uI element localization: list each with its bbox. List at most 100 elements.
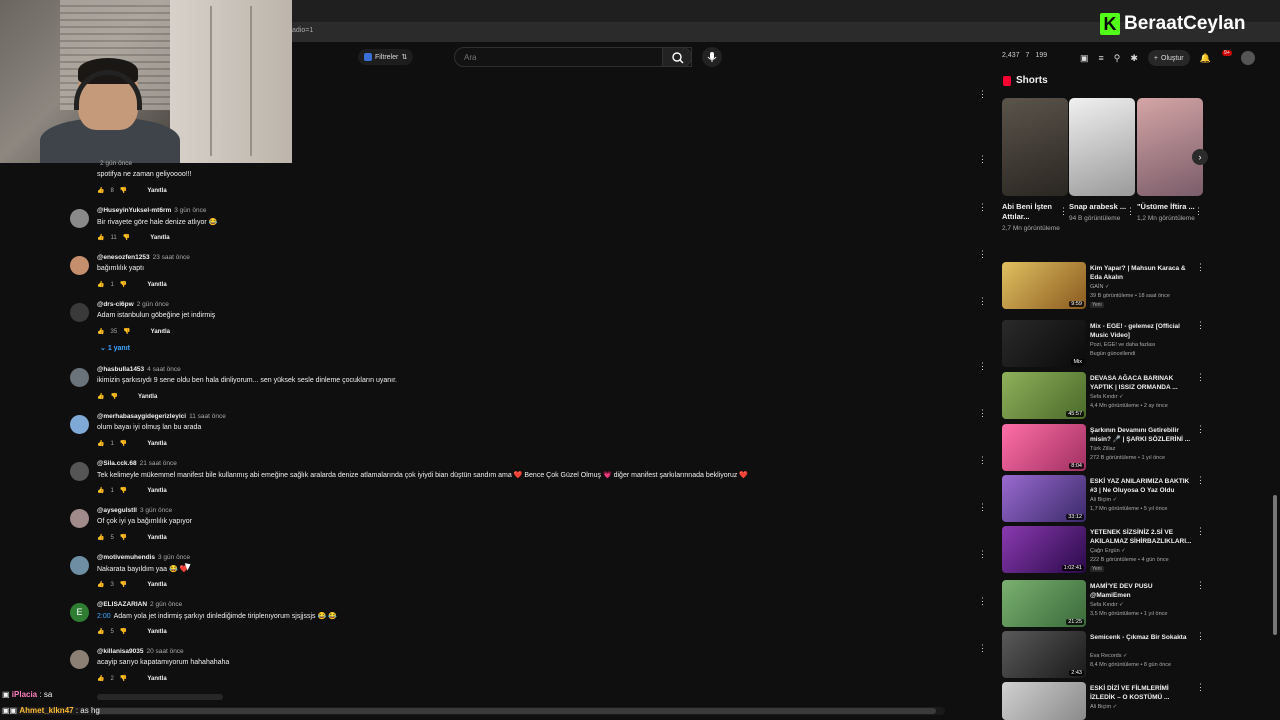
replies-toggle[interactable]: ⌄ 1 yanıt [100, 344, 130, 352]
reply-button[interactable]: Yanıtla [147, 488, 166, 494]
dislike-icon[interactable]: 👎 [120, 440, 127, 447]
shorts-next-button[interactable]: › [1192, 149, 1208, 165]
comment-author[interactable]: @Sila.cck.68 21 saat önce [97, 460, 177, 467]
more-icon[interactable]: ⋮ [1196, 580, 1205, 591]
like-icon[interactable]: 👍 [97, 675, 104, 682]
avatar[interactable] [70, 415, 89, 434]
video-title[interactable]: DEVASA AĞACA BARINAK YAPTIK | ISSIZ ORMA… [1090, 374, 1194, 392]
cast-icon[interactable]: ≡ [1099, 53, 1104, 63]
timestamp-link[interactable]: 2:00 [97, 613, 111, 620]
comment-author[interactable]: @motivemuhendis 3 gün önce [97, 554, 190, 561]
more-icon[interactable]: ⋮ [978, 409, 987, 418]
reply-button[interactable]: Yanıtla [138, 394, 157, 400]
short-card[interactable]: Snap arabesk ... 94 B görüntüleme ⋮ [1069, 98, 1135, 224]
channel-name[interactable]: Türk Zillaz [1090, 446, 1115, 452]
more-icon[interactable]: ⋮ [978, 362, 987, 371]
video-title[interactable]: MAMİ'YE DEV PUSU @MamiEmen [1090, 582, 1194, 600]
short-thumbnail[interactable] [1002, 98, 1068, 196]
voice-search-button[interactable] [702, 47, 722, 67]
more-icon[interactable]: ⋮ [978, 597, 987, 606]
channel-name[interactable]: Ali Biçim ✓ [1090, 704, 1117, 710]
short-thumbnail[interactable] [1069, 98, 1135, 196]
more-icon[interactable]: ⋮ [978, 203, 987, 212]
filter-button[interactable]: Filtreler ⇅ [358, 49, 414, 65]
video-thumbnail[interactable] [1002, 682, 1086, 720]
channel-name[interactable]: Pozi, EGE! ve daha fazlası [1090, 342, 1155, 348]
like-icon[interactable]: 👍 [97, 628, 104, 635]
channel-name[interactable]: Ali Biçim ✓ [1090, 497, 1117, 503]
channel-name[interactable]: Sefa Kındır ✓ [1090, 394, 1124, 400]
video-card[interactable]: 9:59 Kim Yapar? | Mahsun Karaca & Eda Ak… [1002, 262, 1205, 310]
channel-name[interactable]: GAİN ✓ [1090, 284, 1110, 290]
avatar[interactable] [70, 368, 89, 387]
video-card[interactable]: ESKİ DİZİ VE FİLMLERİMİ İZLEDİK – O KOST… [1002, 682, 1205, 720]
avatar[interactable]: E [70, 603, 89, 622]
avatar[interactable] [70, 303, 89, 322]
video-card[interactable]: 21:25 MAMİ'YE DEV PUSU @MamiEmen Sefa Kı… [1002, 580, 1205, 628]
like-icon[interactable]: 👍 [97, 487, 104, 494]
more-icon[interactable]: ⋮ [978, 644, 987, 653]
video-title[interactable]: Semicenk - Çıkmaz Bir Sokakta [1090, 633, 1194, 642]
account-avatar[interactable] [1241, 51, 1255, 65]
more-icon[interactable]: ⋮ [978, 456, 987, 465]
dislike-icon[interactable]: 👎 [120, 628, 127, 635]
avatar[interactable] [70, 462, 89, 481]
more-icon[interactable]: ⋮ [1196, 424, 1205, 435]
video-card[interactable]: 2:43 Semicenk - Çıkmaz Bir Sokakta Eva R… [1002, 631, 1205, 679]
avatar[interactable] [70, 650, 89, 669]
create-button[interactable]: + Oluştur [1147, 50, 1190, 66]
avatar[interactable] [70, 209, 89, 228]
dislike-icon[interactable]: 👎 [120, 487, 127, 494]
reply-button[interactable]: Yanıtla [147, 188, 166, 194]
extension-icon[interactable]: ▣ [1080, 53, 1089, 64]
pin-icon[interactable]: ⚲ [1114, 53, 1121, 64]
dislike-icon[interactable]: 👎 [120, 187, 127, 194]
more-icon[interactable]: ⋮ [978, 90, 987, 99]
dislike-icon[interactable]: 👎 [120, 281, 127, 288]
video-title[interactable]: Mix - EGE! - gelemez [Official Music Vid… [1090, 322, 1194, 340]
more-icon[interactable]: ⋮ [978, 550, 987, 559]
video-title[interactable]: Kim Yapar? | Mahsun Karaca & Eda Akalın [1090, 264, 1194, 282]
video-title[interactable]: YETENEK SİZSİNİZ 2.Sİ VE AKILALMAZ SİHİR… [1090, 528, 1194, 546]
more-icon[interactable]: ⋮ [1196, 526, 1205, 537]
comment-author[interactable]: @ELISAZARIAN 2 gün önce [97, 601, 182, 608]
dislike-icon[interactable]: 👎 [120, 675, 127, 682]
more-icon[interactable]: ⋮ [978, 250, 987, 259]
more-icon[interactable]: ⋮ [1196, 372, 1205, 383]
like-icon[interactable]: 👍 [97, 187, 104, 194]
avatar[interactable] [70, 509, 89, 528]
video-card[interactable]: 1:02:41 YETENEK SİZSİNİZ 2.Sİ VE AKILALM… [1002, 526, 1205, 574]
comment-author[interactable]: @drs-ci6pw 2 gün önce [97, 301, 169, 308]
reply-button[interactable]: Yanıtla [147, 535, 166, 541]
dislike-icon[interactable]: 👎 [110, 393, 117, 400]
like-icon[interactable]: 👍 [97, 328, 104, 335]
more-icon[interactable]: ⋮ [978, 297, 987, 306]
like-icon[interactable]: 👍 [97, 393, 104, 400]
more-icon[interactable]: ⋮ [1196, 262, 1205, 273]
avatar[interactable] [70, 256, 89, 275]
comment-author[interactable]: @enesozfen1253 23 saat önce [97, 254, 190, 261]
reply-button[interactable]: Yanıtla [151, 329, 170, 335]
more-icon[interactable]: ⋮ [1196, 682, 1205, 693]
comment-author[interactable]: @aysegulstll 3 gün önce [97, 507, 172, 514]
avatar[interactable] [70, 556, 89, 575]
dislike-icon[interactable]: 👎 [123, 234, 130, 241]
more-icon[interactable]: ⋮ [1059, 206, 1068, 217]
settings-icon[interactable]: ✱ [1130, 53, 1138, 64]
comment-author[interactable]: @merhabasaygidegerizleyici 11 saat önce [97, 413, 226, 420]
more-icon[interactable]: ⋮ [1196, 475, 1205, 486]
dislike-icon[interactable]: 👎 [120, 581, 127, 588]
comment-author[interactable]: @killanisa9035 20 saat önce [97, 648, 184, 655]
more-icon[interactable]: ⋮ [1196, 320, 1205, 331]
bell-icon[interactable]: 🔔 [1200, 53, 1211, 64]
channel-name[interactable]: Çağrı Ergün ✓ [1090, 548, 1126, 554]
video-card[interactable]: Mix Mix - EGE! - gelemez [Official Music… [1002, 320, 1205, 368]
like-icon[interactable]: 👍 [97, 281, 104, 288]
more-icon[interactable]: ⋮ [1194, 206, 1203, 217]
like-icon[interactable]: 👍 [97, 581, 104, 588]
reply-button[interactable]: Yanıtla [147, 582, 166, 588]
video-title[interactable]: Şarkının Devamını Getirebilir misin? 🎤 |… [1090, 426, 1194, 444]
reply-button[interactable]: Yanıtla [147, 441, 166, 447]
video-card[interactable]: 33:12 ESKİ YAZ ANILARIMIZA BAKTIK #3 | N… [1002, 475, 1205, 523]
short-card[interactable]: Abi Beni İşten Attılar... 2,7 Mn görüntü… [1002, 98, 1068, 234]
